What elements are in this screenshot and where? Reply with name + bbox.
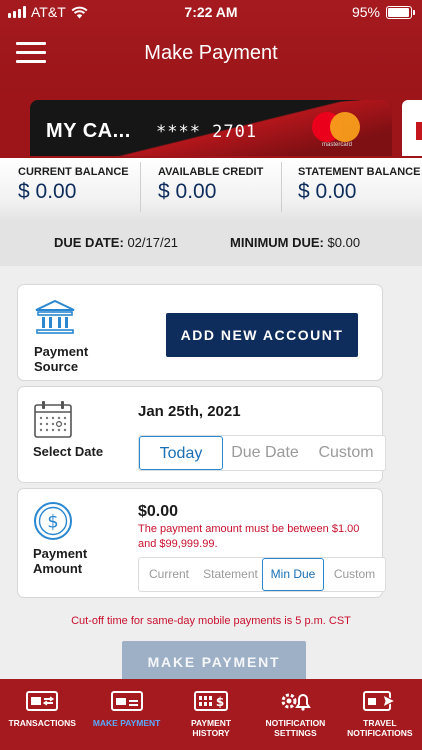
select-date-label: Select Date (33, 444, 104, 459)
dollar-icon: $ (34, 502, 72, 540)
cutoff-note: Cut-off time for same-day mobile payment… (71, 615, 351, 627)
nav-transactions[interactable]: TRANSACTIONS (0, 679, 84, 750)
minimum-due: MINIMUM DUE: $0.00 (230, 235, 361, 250)
balance-summary: CURRENT BALANCE $ 0.00 AVAILABLE CREDIT … (0, 158, 422, 220)
amount-option-group: Current Statement Min Due Custom (138, 557, 386, 592)
amount-option-custom[interactable]: Custom (324, 558, 385, 591)
status-bar: AT&T 7:22 AM 95% (0, 4, 422, 22)
select-date-panel: Select Date Jan 25th, 2021 Today Due Dat… (17, 386, 386, 483)
transactions-icon (26, 691, 59, 711)
divider (281, 162, 282, 212)
page-title: Make Payment (144, 42, 278, 64)
payment-amount-value: $0.00 (138, 503, 179, 520)
bottom-nav: TRANSACTIONS MAKE PAYMENT $ PAYMENT HISTO… (0, 679, 422, 750)
card-name: MY CA... (46, 120, 131, 142)
date-option-today[interactable]: Today (139, 436, 223, 470)
svg-text:$: $ (216, 695, 224, 709)
amount-option-current[interactable]: Current (139, 558, 199, 591)
travel-icon (362, 691, 396, 711)
card-number: **** 2701 (156, 122, 258, 142)
nav-payment-history[interactable]: $ PAYMENT HISTORY (169, 679, 253, 750)
date-option-custom[interactable]: Custom (307, 436, 385, 470)
payment-source-label: Payment Source (34, 344, 89, 374)
calendar-icon[interactable] (33, 399, 73, 439)
payment-amount-label: Payment Amount (33, 546, 88, 576)
credit-card[interactable]: MY CA... **** 2701 mastercard (30, 100, 392, 156)
battery-percent: 95% (351, 4, 380, 20)
payment-source-panel: Payment Source ADD NEW ACCOUNT (17, 284, 383, 381)
amount-option-min-due[interactable]: Min Due (262, 558, 324, 591)
next-card-peek[interactable] (402, 100, 422, 156)
payment-history-icon: $ (194, 691, 229, 711)
bank-icon (35, 299, 75, 334)
due-info: DUE DATE: 02/17/21 MINIMUM DUE: $0.00 (0, 220, 422, 266)
battery-icon (386, 5, 415, 19)
top-bar: AT&T 7:22 AM 95% Make Payment (0, 0, 422, 96)
svg-text:$: $ (47, 512, 58, 533)
make-payment-button[interactable]: MAKE PAYMENT (122, 641, 306, 681)
nav-notification-settings[interactable]: NOTIFICATION SETTINGS (253, 679, 337, 750)
amount-error-message: The payment amount must be between $1.00… (138, 523, 360, 550)
nav-make-payment[interactable]: MAKE PAYMENT (84, 679, 168, 750)
notification-settings-icon (281, 693, 312, 711)
date-option-due-date[interactable]: Due Date (223, 436, 307, 470)
payment-amount-panel: $ Payment Amount $0.00 The payment amount… (17, 488, 386, 598)
mastercard-logo-icon: mastercard (312, 112, 362, 150)
card-carousel[interactable]: MY CA... **** 2701 mastercard (0, 90, 422, 158)
add-new-account-button[interactable]: ADD NEW ACCOUNT (166, 313, 358, 357)
divider (140, 162, 141, 212)
selected-date: Jan 25th, 2021 (138, 403, 241, 420)
date-option-group: Today Due Date Custom (138, 435, 386, 471)
amount-option-statement[interactable]: Statement (199, 558, 262, 591)
card-payment-icon (110, 691, 143, 711)
nav-travel-notifications[interactable]: TRAVEL NOTIFICATIONS (338, 679, 422, 750)
due-date: DUE DATE: 02/17/21 (54, 235, 179, 250)
